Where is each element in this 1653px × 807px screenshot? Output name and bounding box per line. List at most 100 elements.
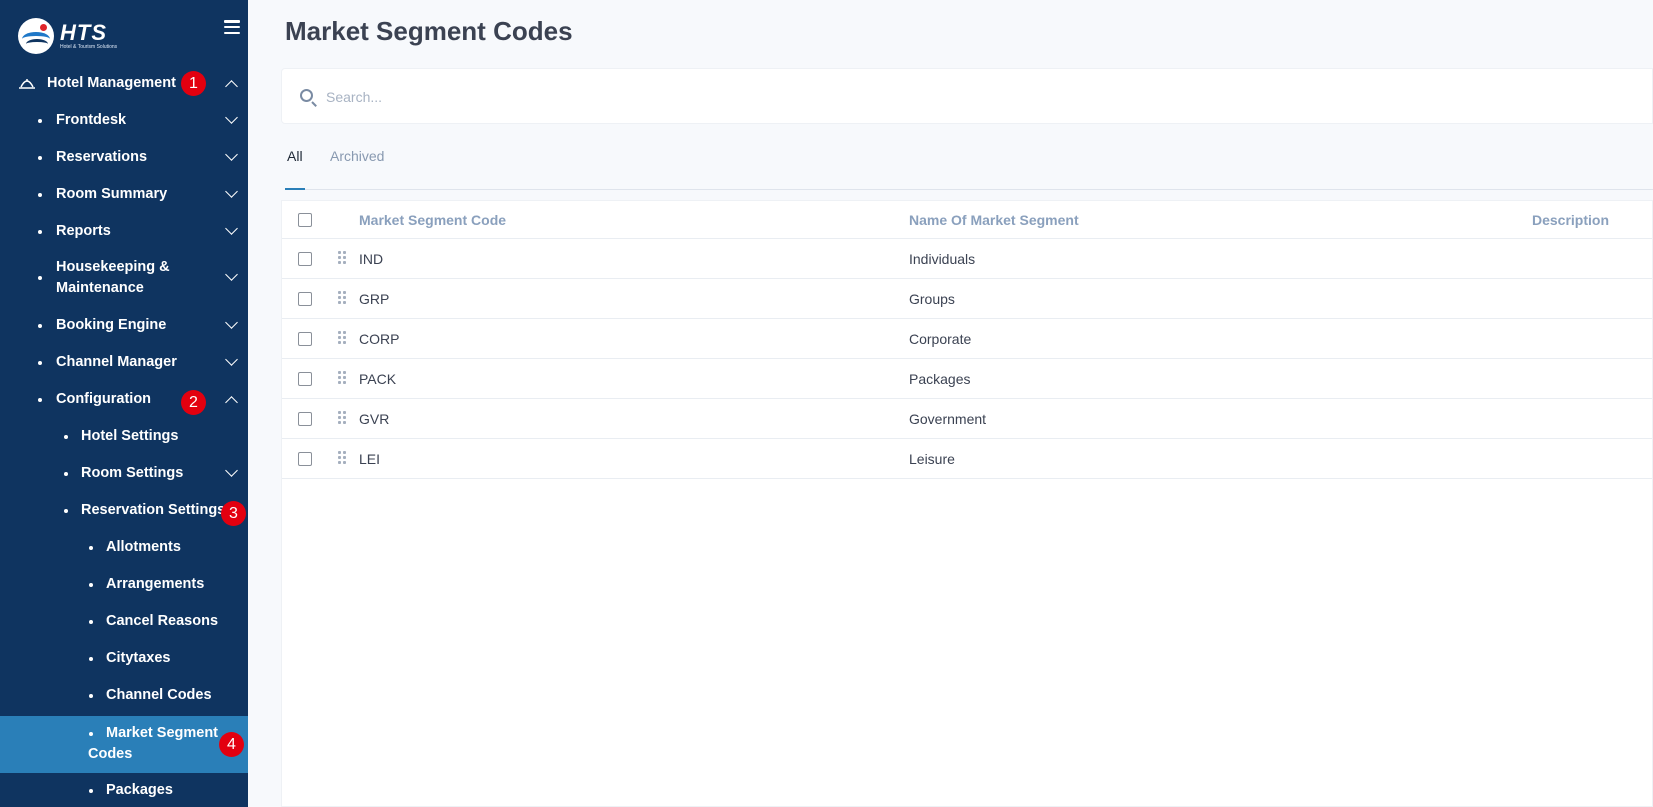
bullet <box>38 230 42 234</box>
tab-all[interactable]: All <box>287 148 303 164</box>
table-row[interactable]: IND Individuals <box>282 239 1652 279</box>
bullet <box>38 324 42 328</box>
sidebar-item-allotments[interactable]: Allotments <box>0 533 248 563</box>
step-badge: 2 <box>181 390 206 415</box>
table-row[interactable]: LEI Leisure <box>282 439 1652 479</box>
sidebar-item-label: Hotel Settings <box>81 428 179 444</box>
sidebar-item-label: Configuration <box>56 391 152 407</box>
bullet <box>38 193 42 197</box>
table-header: Market Segment Code Name Of Market Segme… <box>282 201 1652 239</box>
column-header-code[interactable]: Market Segment Code <box>359 201 506 239</box>
sidebar-item-citytaxes[interactable]: Citytaxes <box>0 644 248 674</box>
bullet <box>89 583 93 587</box>
sidebar-item-housekeeping[interactable]: Housekeeping & Maintenance <box>0 256 248 300</box>
row-checkbox[interactable] <box>298 252 312 266</box>
sidebar-item-room-settings[interactable]: Room Settings <box>0 459 248 489</box>
cell-code: LEI <box>359 451 381 467</box>
sidebar-item-hotel-management[interactable]: Hotel Management 1 <box>0 68 248 98</box>
table-row[interactable]: GVR Government <box>282 399 1652 439</box>
table-row[interactable]: PACK Packages <box>282 359 1652 399</box>
search-input[interactable] <box>326 83 926 111</box>
sidebar-item-market-segment-codes[interactable]: Market Segment Codes 4 <box>0 716 248 773</box>
chevron-down-icon <box>225 268 238 281</box>
sidebar-item-label: Room Settings <box>81 465 184 481</box>
table-row[interactable]: GRP Groups <box>282 279 1652 319</box>
sidebar-item-label: Reservation Settings <box>81 502 226 518</box>
drag-handle-icon[interactable] <box>338 291 348 305</box>
sidebar-item-reservation-settings[interactable]: Reservation Settings 3 <box>0 496 248 526</box>
sidebar-item-label: Hotel Management <box>47 75 176 91</box>
sidebar-item-room-summary[interactable]: Room Summary <box>0 180 248 210</box>
sidebar-item-reports[interactable]: Reports <box>0 217 248 247</box>
drag-handle-icon[interactable] <box>338 251 348 265</box>
sidebar-item-booking-engine[interactable]: Booking Engine <box>0 311 248 341</box>
cell-code: GVR <box>359 411 390 427</box>
cell-name: Individuals <box>909 251 976 267</box>
select-all-checkbox[interactable] <box>298 213 312 227</box>
step-badge: 4 <box>219 732 244 757</box>
cell-name: Leisure <box>909 451 955 467</box>
cell-code: IND <box>359 251 384 267</box>
sidebar-item-label: Cancel Reasons <box>106 613 219 629</box>
menu-toggle-icon[interactable] <box>224 20 240 34</box>
column-header-description[interactable]: Description <box>1532 201 1609 239</box>
sidebar-item-channel-manager[interactable]: Channel Manager <box>0 348 248 378</box>
sidebar-item-configuration[interactable]: Configuration 2 <box>0 385 248 415</box>
table-row[interactable]: CORP Corporate <box>282 319 1652 359</box>
row-checkbox[interactable] <box>298 292 312 306</box>
cell-name: Government <box>909 411 987 427</box>
drag-handle-icon[interactable] <box>338 451 348 465</box>
sidebar-item-label: Citytaxes <box>106 650 171 666</box>
main-content: Market Segment Codes All Archived Market… <box>248 0 1653 807</box>
drag-handle-icon[interactable] <box>338 371 348 385</box>
row-checkbox[interactable] <box>298 332 312 346</box>
cell-name: Packages <box>909 371 971 387</box>
sidebar-item-label: Arrangements <box>106 576 205 592</box>
market-segment-table: Market Segment Code Name Of Market Segme… <box>281 200 1653 807</box>
chevron-down-icon <box>225 222 238 235</box>
hts-logo-icon <box>18 18 54 54</box>
drag-handle-icon[interactable] <box>338 331 348 345</box>
sidebar-item-arrangements[interactable]: Arrangements <box>0 570 248 600</box>
sidebar: HTS Hotel & Tourism Solutions Hotel Mana… <box>0 0 248 807</box>
cell-name: Groups <box>909 291 955 307</box>
sidebar-item-label: Market Segment Codes <box>88 725 219 762</box>
sidebar-item-label: Room Summary <box>56 186 168 202</box>
sidebar-item-label: Reservations <box>56 149 148 165</box>
search-bar <box>281 68 1653 124</box>
sidebar-item-frontdesk[interactable]: Frontdesk <box>0 106 248 136</box>
sidebar-item-label: Reports <box>56 223 111 239</box>
chevron-down-icon <box>225 148 238 161</box>
brand-tagline: Hotel & Tourism Solutions <box>60 44 118 50</box>
sidebar-item-reservations[interactable]: Reservations <box>0 143 248 173</box>
bullet <box>38 398 42 402</box>
drag-handle-icon[interactable] <box>338 411 348 425</box>
sidebar-item-channel-codes[interactable]: Channel Codes <box>0 681 248 711</box>
sidebar-item-label: Allotments <box>106 539 181 555</box>
sidebar-item-label: Housekeeping & Maintenance <box>56 259 170 296</box>
row-checkbox[interactable] <box>298 412 312 426</box>
bullet <box>89 620 93 624</box>
tab-archived[interactable]: Archived <box>330 148 384 164</box>
bullet <box>38 156 42 160</box>
cell-code: PACK <box>359 371 397 387</box>
brand-name: HTS <box>60 20 107 45</box>
row-checkbox[interactable] <box>298 372 312 386</box>
bullet <box>89 789 93 793</box>
search-icon <box>300 89 313 102</box>
row-checkbox[interactable] <box>298 452 312 466</box>
sidebar-item-cancel-reasons[interactable]: Cancel Reasons <box>0 607 248 637</box>
column-header-name[interactable]: Name Of Market Segment <box>909 201 1079 239</box>
bullet <box>64 509 68 513</box>
sidebar-item-hotel-settings[interactable]: Hotel Settings <box>0 422 248 452</box>
bullet <box>89 657 93 661</box>
chevron-down-icon <box>225 316 238 329</box>
cell-name: Corporate <box>909 331 972 347</box>
sidebar-item-packages[interactable]: Packages <box>0 776 248 806</box>
bullet <box>64 472 68 476</box>
sidebar-item-label: Channel Codes <box>106 687 212 703</box>
bullet <box>38 119 42 123</box>
step-badge: 1 <box>181 71 206 96</box>
bullet <box>64 435 68 439</box>
chevron-down-icon <box>225 353 238 366</box>
